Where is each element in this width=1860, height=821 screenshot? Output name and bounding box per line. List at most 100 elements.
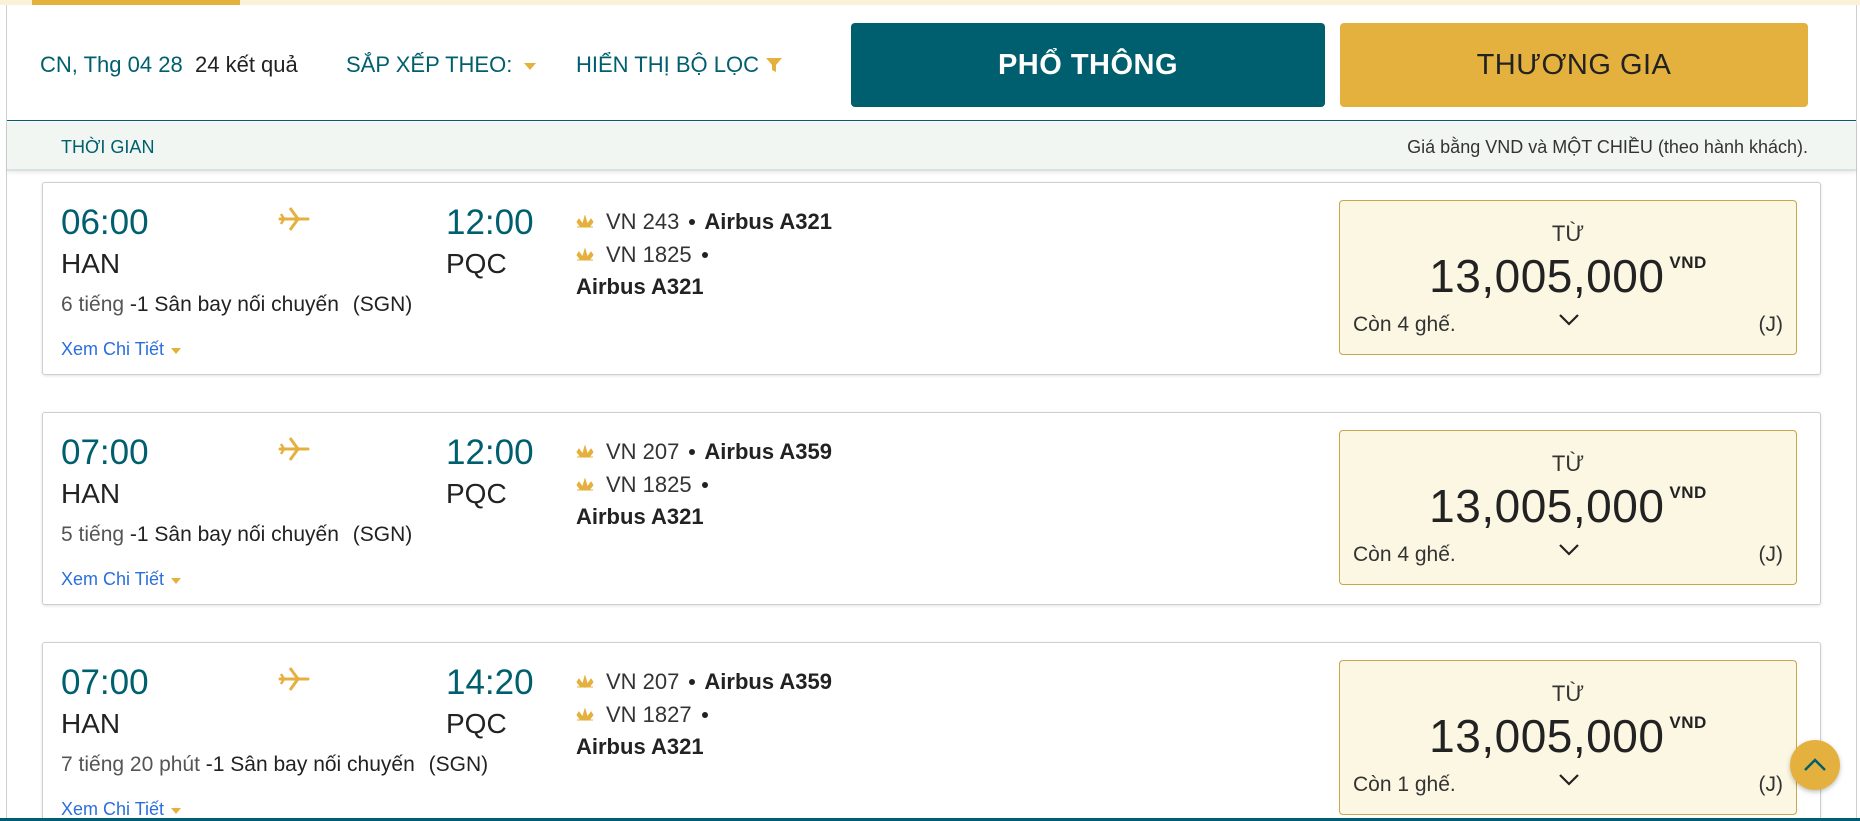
arrival-airport: PQC xyxy=(446,248,507,279)
seats-left: Còn 1 ghế. xyxy=(1353,773,1456,796)
stops: -1 Sân bay nối chuyến xyxy=(129,523,339,546)
view-details-label: Xem Chi Tiết xyxy=(61,799,165,819)
separator-dot xyxy=(701,251,708,258)
flight-leg: VN 1827 xyxy=(576,698,832,731)
view-details-link[interactable]: Xem Chi Tiết xyxy=(61,799,182,820)
duration-info: 6 tiếng -1 Sân bay nối chuyến (SGN) xyxy=(61,293,412,317)
fare-class: (J) xyxy=(1758,773,1784,796)
arrival-time: 14:20 xyxy=(446,663,534,702)
caret-down-icon xyxy=(524,62,537,70)
selected-date[interactable]: CN, Thg 04 28 xyxy=(40,52,183,78)
view-details-label: Xem Chi Tiết xyxy=(61,569,165,589)
aircraft-type: Airbus A359 xyxy=(704,438,832,464)
flight-card[interactable]: 07:00 12:00 HAN PQC 5 tiếng -1 Sân bay n… xyxy=(42,412,1821,605)
results-header: CN, Thg 04 28 24 kết quả SẮP XẾP THEO: H… xyxy=(7,5,1856,121)
aircraft-type: Airbus A359 xyxy=(704,668,832,694)
caret-down-icon xyxy=(171,347,182,354)
price-box[interactable]: TỪ 13,005,000 VND Còn 4 ghế. (J) xyxy=(1339,430,1797,585)
departure-time: 07:00 xyxy=(61,433,149,472)
departure-time: 06:00 xyxy=(61,203,149,242)
connection-airport: (SGN) xyxy=(428,753,489,776)
separator-dot xyxy=(701,711,708,718)
price-amount: 13,005,000 VND xyxy=(1340,249,1796,303)
plane-icon xyxy=(278,207,310,231)
seats-left: Còn 4 ghế. xyxy=(1353,313,1456,336)
sort-dropdown[interactable]: SẮP XẾP THEO: xyxy=(346,52,537,78)
scroll-to-top-button[interactable] xyxy=(1790,740,1840,790)
flight-leg: VN 207 Airbus A359 xyxy=(576,665,832,698)
page-edge-right xyxy=(1856,5,1857,821)
price-from-label: TỪ xyxy=(1551,221,1585,246)
flight-number: VN 1825 xyxy=(606,471,692,497)
flight-number: VN 1825 xyxy=(606,241,692,267)
duration-info: 7 tiếng 20 phút -1 Sân bay nối chuyến (S… xyxy=(61,753,488,777)
departure-airport: HAN xyxy=(61,248,121,279)
seats-left: Còn 4 ghế. xyxy=(1353,543,1456,566)
price-from-label: TỪ xyxy=(1551,451,1585,476)
price-from-label: TỪ xyxy=(1551,681,1585,706)
aircraft-type: Airbus A321 xyxy=(576,274,704,299)
show-filter-button[interactable]: HIỂN THỊ BỘ LỌC xyxy=(576,52,783,78)
arrival-airport: PQC xyxy=(446,708,507,739)
price-amount: 13,005,000 VND xyxy=(1340,709,1796,763)
departure-time: 07:00 xyxy=(61,663,149,702)
list-subheader: THỜI GIAN Giá bằng VND và MỘT CHIỀU (the… xyxy=(7,122,1856,171)
connection-airport: (SGN) xyxy=(352,523,413,546)
connection-airport: (SGN) xyxy=(352,293,413,316)
flight-leg: VN 1825 xyxy=(576,468,832,501)
flight-legs: VN 243 Airbus A321 VN 1825 Airbus A321 xyxy=(576,205,832,300)
chevron-up-icon xyxy=(1804,758,1826,771)
lotus-icon xyxy=(576,444,594,458)
departure-airport: HAN xyxy=(61,708,121,739)
tab-economy[interactable]: PHỔ THÔNG xyxy=(851,23,1325,107)
flight-legs: VN 207 Airbus A359 VN 1827 Airbus A321 xyxy=(576,665,832,760)
fare-class: (J) xyxy=(1758,543,1784,566)
plane-icon xyxy=(278,437,310,461)
separator-dot xyxy=(701,481,708,488)
flight-number: VN 243 xyxy=(606,208,680,234)
price-value: 13,005,000 xyxy=(1429,480,1665,532)
plane-icon xyxy=(278,667,310,691)
flight-card[interactable]: 07:00 14:20 HAN PQC 7 tiếng 20 phút -1 S… xyxy=(42,642,1821,821)
sort-label: SẮP XẾP THEO: xyxy=(346,52,513,77)
caret-down-icon xyxy=(171,807,182,814)
flight-number: VN 207 xyxy=(606,668,680,694)
filter-label: HIỂN THỊ BỘ LỌC xyxy=(576,52,759,77)
flight-leg: VN 207 Airbus A359 xyxy=(576,435,832,468)
aircraft-type: Airbus A321 xyxy=(704,208,832,234)
separator-dot xyxy=(689,218,696,225)
filter-icon xyxy=(765,58,782,72)
currency: VND xyxy=(1669,713,1707,732)
flight-leg: VN 1825 xyxy=(576,238,832,271)
duration: 6 tiếng xyxy=(61,293,125,316)
currency: VND xyxy=(1669,483,1707,502)
flight-legs: VN 207 Airbus A359 VN 1825 Airbus A321 xyxy=(576,435,832,530)
lotus-icon xyxy=(576,674,594,688)
fare-class: (J) xyxy=(1758,313,1784,336)
stops: -1 Sân bay nối chuyến xyxy=(129,293,339,316)
price-box[interactable]: TỪ 13,005,000 VND Còn 4 ghế. (J) xyxy=(1339,200,1797,355)
stops: -1 Sân bay nối chuyến xyxy=(205,753,415,776)
price-box[interactable]: TỪ 13,005,000 VND Còn 1 ghế. (J) xyxy=(1339,660,1797,815)
flight-card[interactable]: 06:00 12:00 HAN PQC 6 tiếng -1 Sân bay n… xyxy=(42,182,1821,375)
chevron-down-icon[interactable] xyxy=(1558,773,1580,787)
view-details-label: Xem Chi Tiết xyxy=(61,339,165,359)
arrival-airport: PQC xyxy=(446,478,507,509)
sort-by-time-column[interactable]: THỜI GIAN xyxy=(61,137,154,158)
view-details-link[interactable]: Xem Chi Tiết xyxy=(61,339,182,360)
tab-business[interactable]: THƯƠNG GIA xyxy=(1340,23,1808,107)
chevron-down-icon[interactable] xyxy=(1558,313,1580,327)
flight-leg: VN 243 Airbus A321 xyxy=(576,205,832,238)
view-details-link[interactable]: Xem Chi Tiết xyxy=(61,569,182,590)
arrival-time: 12:00 xyxy=(446,203,534,242)
separator-dot xyxy=(689,678,696,685)
price-note: Giá bằng VND và MỘT CHIỀU (theo hành khá… xyxy=(1407,137,1808,157)
separator-dot xyxy=(689,448,696,455)
flight-number: VN 1827 xyxy=(606,701,692,727)
chevron-down-icon[interactable] xyxy=(1558,543,1580,557)
price-amount: 13,005,000 VND xyxy=(1340,479,1796,533)
lotus-icon xyxy=(576,707,594,721)
price-value: 13,005,000 xyxy=(1429,250,1665,302)
price-value: 13,005,000 xyxy=(1429,710,1665,762)
duration: 7 tiếng 20 phút xyxy=(61,753,200,776)
